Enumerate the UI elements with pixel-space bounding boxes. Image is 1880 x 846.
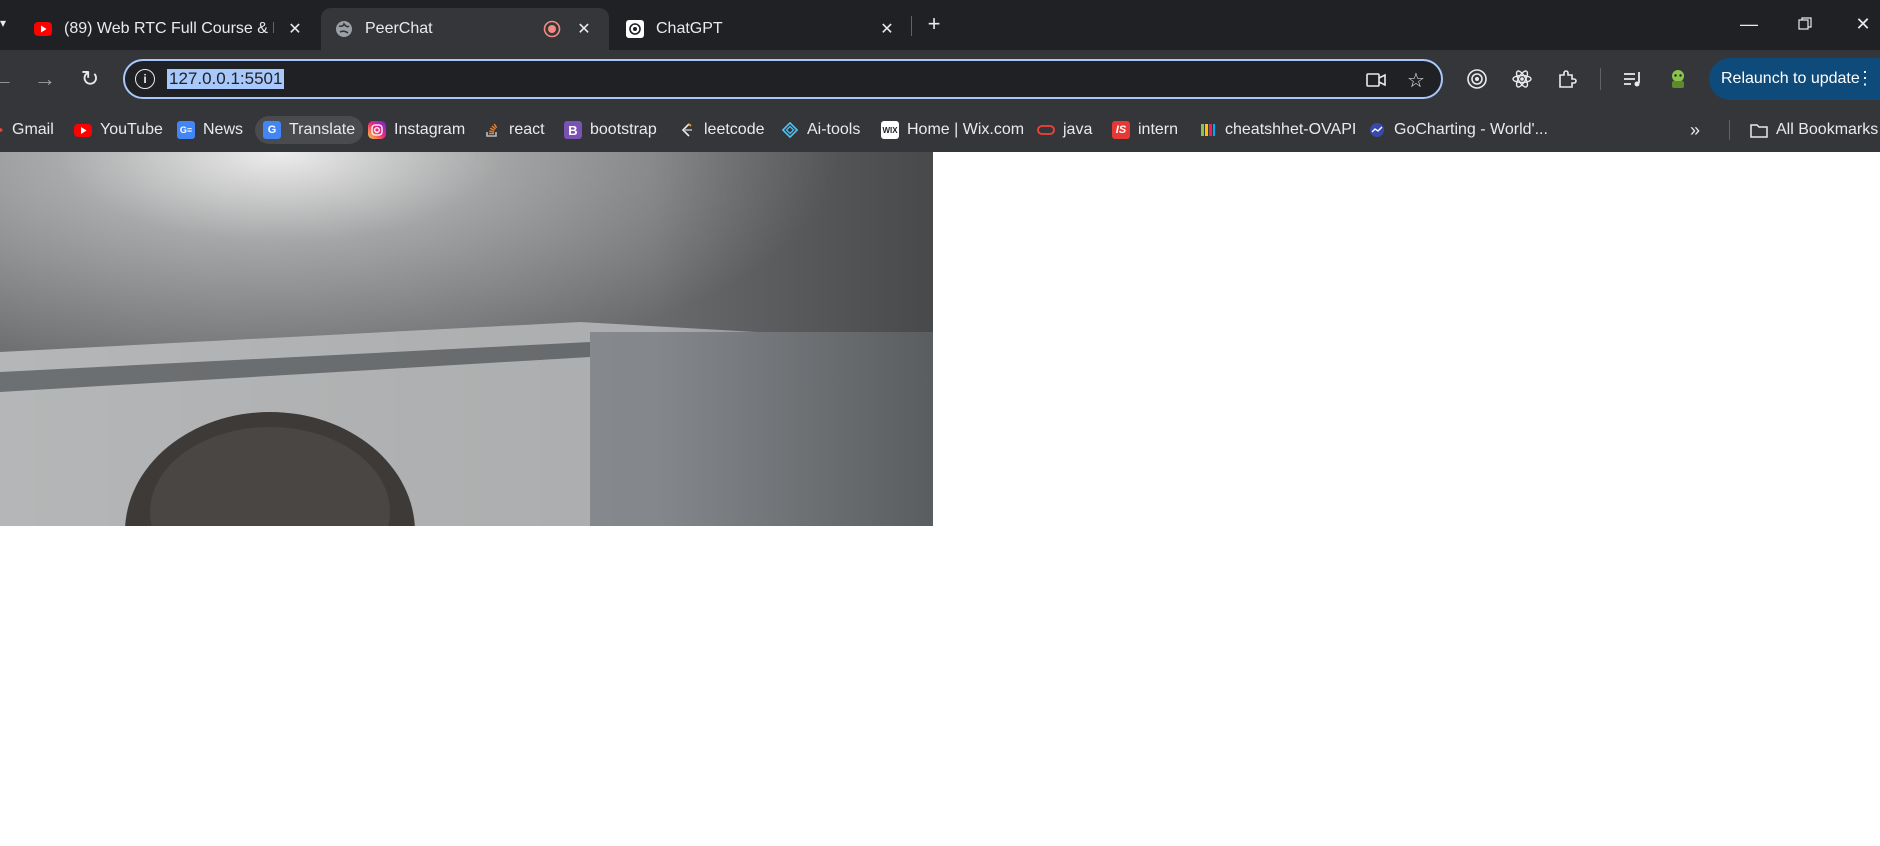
bookmark-label: leetcode bbox=[704, 121, 765, 138]
google-translate-icon: G bbox=[263, 121, 281, 139]
minimize-icon[interactable]: — bbox=[1737, 12, 1761, 36]
tab-peerchat[interactable]: PeerChat ✕ bbox=[321, 8, 609, 50]
tab-separator bbox=[911, 16, 912, 36]
bookmark-youtube[interactable]: YouTube bbox=[74, 116, 163, 144]
bookmark-instagram[interactable]: Instagram bbox=[368, 116, 465, 144]
wix-icon: WIX bbox=[881, 121, 899, 139]
intern-icon: IS bbox=[1112, 121, 1130, 139]
media-record-icon[interactable] bbox=[1462, 64, 1492, 94]
globe-icon bbox=[335, 20, 353, 38]
bookmark-label: Gmail bbox=[12, 121, 54, 138]
address-bar[interactable]: i 127.0.0.1:5501 ☆ bbox=[123, 59, 1443, 99]
relaunch-button[interactable]: Relaunch to update ⋮ bbox=[1709, 58, 1880, 100]
bookmark-news[interactable]: G≡ News bbox=[177, 116, 243, 144]
bookmark-ai-tools[interactable]: Ai-tools bbox=[781, 116, 860, 144]
youtube-icon bbox=[34, 20, 52, 38]
bookmark-label: java bbox=[1063, 121, 1093, 138]
bookmark-react[interactable]: react bbox=[483, 116, 545, 144]
bookmark-label: GoCharting - World'... bbox=[1394, 121, 1548, 138]
camera-feed-image bbox=[0, 152, 933, 526]
bookmark-label: Translate bbox=[289, 121, 356, 138]
bookmark-cheatsheet[interactable]: cheatshhet-OVAPI bbox=[1199, 116, 1356, 144]
all-bookmarks-button[interactable]: All Bookmarks bbox=[1750, 116, 1878, 144]
leetcode-icon bbox=[678, 121, 696, 139]
bookmark-label: react bbox=[509, 121, 545, 138]
bars-icon bbox=[1199, 121, 1217, 139]
forward-icon[interactable]: → bbox=[30, 64, 60, 94]
more-menu-icon[interactable]: ⋮ bbox=[1856, 68, 1874, 89]
gocharting-icon bbox=[1368, 121, 1386, 139]
oracle-icon bbox=[1037, 121, 1055, 139]
tab-strip: ▾ (89) Web RTC Full Course & Mo ✕ PeerCh… bbox=[0, 0, 1880, 50]
openai-icon bbox=[626, 20, 644, 38]
url-text[interactable]: 127.0.0.1:5501 bbox=[167, 69, 285, 89]
bookmark-label: News bbox=[203, 121, 244, 138]
tab-title: PeerChat bbox=[365, 20, 433, 37]
close-window-icon[interactable]: ✕ bbox=[1851, 12, 1875, 36]
bookmark-label: Home | Wix.com bbox=[907, 121, 1025, 138]
bookmarks-separator bbox=[1729, 120, 1730, 140]
bookmark-gocharting[interactable]: GoCharting - World'... bbox=[1368, 116, 1548, 144]
bookmark-label: YouTube bbox=[100, 121, 163, 138]
bookmark-wix[interactable]: WIX Home | Wix.com bbox=[881, 116, 1024, 144]
instagram-icon bbox=[368, 121, 386, 139]
bootstrap-icon: B bbox=[564, 121, 582, 139]
bookmark-gmail[interactable]: Gmail bbox=[0, 116, 54, 144]
youtube-icon bbox=[74, 121, 92, 139]
bookmark-translate[interactable]: G Translate bbox=[255, 116, 364, 144]
restore-icon[interactable] bbox=[1793, 12, 1817, 36]
more-bookmarks-icon[interactable]: » bbox=[1690, 116, 1700, 144]
stackoverflow-icon bbox=[483, 121, 501, 139]
recording-icon bbox=[543, 20, 561, 38]
relaunch-label: Relaunch to update bbox=[1721, 70, 1860, 87]
close-tab-icon[interactable]: ✕ bbox=[878, 20, 896, 38]
bookmark-leetcode[interactable]: leetcode bbox=[678, 116, 765, 144]
tab-youtube[interactable]: (89) Web RTC Full Course & Mo ✕ bbox=[20, 8, 320, 50]
profile-avatar-icon[interactable] bbox=[1663, 64, 1693, 94]
tab-title: (89) Web RTC Full Course & Mo bbox=[64, 20, 274, 37]
tab-search-icon[interactable]: ▾ bbox=[0, 16, 10, 34]
bookmark-bootstrap[interactable]: B bootstrap bbox=[564, 116, 657, 144]
new-tab-icon[interactable]: + bbox=[922, 11, 946, 36]
bookmark-label: intern bbox=[1138, 121, 1179, 138]
site-info-icon[interactable]: i bbox=[135, 69, 155, 89]
browser-toolbar: ← → ↻ i 127.0.0.1:5501 ☆ Relaunch to upd… bbox=[0, 50, 1880, 108]
diamond-icon bbox=[781, 121, 799, 139]
gmail-icon bbox=[0, 121, 4, 139]
toolbar-separator bbox=[1600, 68, 1601, 90]
bookmark-label: bootstrap bbox=[590, 121, 657, 138]
bookmark-label: cheatshhet-OVAPI bbox=[1225, 121, 1357, 138]
tab-title: ChatGPT bbox=[656, 20, 723, 37]
close-tab-icon[interactable]: ✕ bbox=[575, 20, 593, 38]
reload-icon[interactable]: ↻ bbox=[75, 64, 105, 94]
bookmark-intern[interactable]: IS intern bbox=[1112, 116, 1178, 144]
bookmark-star-icon[interactable]: ☆ bbox=[1405, 69, 1427, 92]
all-bookmarks-label: All Bookmarks bbox=[1776, 121, 1879, 138]
bookmark-label: Ai-tools bbox=[807, 121, 861, 138]
react-devtools-icon[interactable] bbox=[1507, 64, 1537, 94]
folder-icon bbox=[1750, 121, 1768, 139]
bookmarks-bar: Gmail YouTube G≡ News G Translate Instag… bbox=[0, 108, 1880, 152]
google-news-icon: G≡ bbox=[177, 121, 195, 139]
bookmark-java[interactable]: java bbox=[1037, 116, 1092, 144]
back-icon[interactable]: ← bbox=[0, 64, 18, 94]
close-tab-icon[interactable]: ✕ bbox=[286, 20, 304, 38]
tab-chatgpt[interactable]: ChatGPT ✕ bbox=[612, 8, 912, 50]
camera-icon[interactable] bbox=[1365, 69, 1387, 91]
local-video bbox=[0, 152, 933, 526]
bookmark-label: Instagram bbox=[394, 121, 466, 138]
extensions-icon[interactable] bbox=[1552, 64, 1582, 94]
media-controls-icon[interactable] bbox=[1618, 64, 1648, 94]
